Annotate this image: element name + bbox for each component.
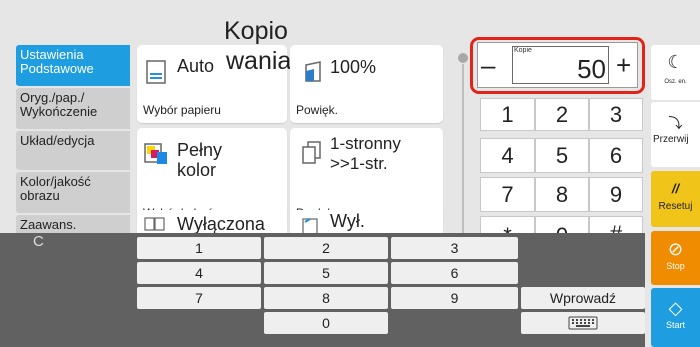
combine-value: Wyłączona [177, 214, 265, 234]
paper-select-icon [146, 60, 166, 84]
screen-title-line-2: wania [226, 47, 292, 75]
keyboard-key-1[interactable]: 1 [137, 237, 261, 259]
keyboard-key-6[interactable]: 6 [391, 262, 518, 284]
stop-icon: ⊘ [667, 239, 684, 259]
clear-key-area [0, 233, 137, 347]
copies-highlight-frame [470, 37, 645, 94]
zoom-tile[interactable]: 100% Powięk. [290, 45, 443, 123]
tab-label: Oryg./pap./ Wykończenie [20, 90, 98, 119]
dial-key-2[interactable]: 2 [535, 98, 589, 131]
color-select-icon [144, 143, 167, 164]
duplex-icon [302, 141, 321, 164]
dial-key-9[interactable]: 9 [589, 177, 643, 212]
duplex-value: 1-stronny >>1-str. [330, 134, 401, 173]
color-select-value: Pełny kolor [177, 140, 223, 180]
keyboard-toggle-button[interactable] [521, 312, 645, 334]
keyboard-icon [568, 316, 598, 330]
interrupt-label: Przerwij [653, 134, 689, 145]
reset-icon: // [671, 181, 680, 196]
keyboard-key-9[interactable]: 9 [391, 287, 518, 309]
keyboard-key-5[interactable]: 5 [264, 262, 388, 284]
stop-button[interactable]: ⊘ Stop [651, 231, 700, 285]
energy-saver-label: Osz. en. [664, 79, 687, 85]
dial-key-6[interactable]: 6 [589, 138, 643, 173]
keyboard-key-8[interactable]: 8 [264, 287, 388, 309]
zoom-value: 100% [330, 57, 377, 77]
keyboard-key-3[interactable]: 3 [391, 237, 518, 259]
zoom-label: Powięk. [296, 103, 339, 117]
keyboard-key-7[interactable]: 7 [137, 287, 261, 309]
interrupt-icon: ⤵ [668, 115, 683, 131]
tab-color-image-quality[interactable]: Kolor/jakość obrazu [16, 172, 130, 213]
tab-label: Kolor/jakość obrazu [20, 174, 91, 203]
keyboard-key-4[interactable]: 4 [137, 262, 261, 284]
paper-select-label: Wybór papieru [143, 103, 221, 117]
tab-label: Układ/edycja [20, 133, 95, 148]
dial-key-5[interactable]: 5 [535, 138, 589, 173]
keyboard-key-0[interactable]: 0 [264, 312, 388, 334]
tab-layout-edit[interactable]: Układ/edycja [16, 131, 130, 170]
enter-button[interactable]: Wprowadź [521, 287, 645, 309]
start-label: Start [665, 320, 685, 330]
moon-icon: ☾ [667, 52, 684, 72]
energy-saver-button[interactable]: ☾ Osz. en. [651, 45, 700, 100]
dial-key-3[interactable]: 3 [589, 98, 643, 131]
dial-key-8[interactable]: 8 [535, 177, 589, 212]
tab-original-paper-finishing[interactable]: Oryg./pap./ Wykończenie [16, 88, 130, 129]
reset-label: Resetuj [658, 201, 693, 212]
reset-button[interactable]: // Resetuj [651, 171, 700, 227]
interrupt-button[interactable]: ⤵ Przerwij [651, 102, 700, 167]
header-bar [0, 0, 700, 40]
start-button[interactable]: ◇ Start [651, 288, 700, 347]
start-icon: ◇ [668, 298, 683, 318]
dial-key-1[interactable]: 1 [480, 98, 535, 131]
divider-handle [458, 53, 468, 240]
copy-screen: Kopio Ustawienia Podstawowe Oryg./pap./ … [0, 0, 700, 347]
staple-value: Wył. [330, 211, 365, 231]
zoom-icon [305, 61, 321, 82]
screen-title-line-1: Kopio [224, 17, 288, 45]
paper-select-value: Auto [177, 56, 215, 76]
keyboard-key-2[interactable]: 2 [264, 237, 388, 259]
dial-key-7[interactable]: 7 [480, 177, 535, 212]
tab-label: Ustawienia Podstawowe [20, 47, 94, 76]
dial-key-4[interactable]: 4 [480, 138, 535, 173]
tab-basic-settings[interactable]: Ustawienia Podstawowe [16, 45, 130, 86]
stop-label: Stop [666, 261, 685, 271]
